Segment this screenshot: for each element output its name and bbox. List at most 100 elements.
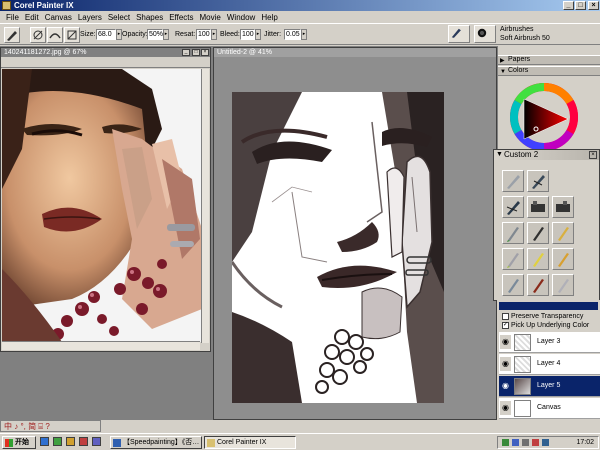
menu-file[interactable]: File	[3, 13, 22, 22]
opacity-spinner[interactable]: ▸	[163, 29, 169, 40]
maximize-button[interactable]: □	[575, 1, 586, 10]
visibility-eye-icon[interactable]: ◉	[500, 335, 511, 349]
visibility-eye-icon[interactable]: ◉	[500, 379, 511, 393]
close-button[interactable]: ×	[588, 1, 599, 10]
custom-brush-6-icon[interactable]	[502, 222, 524, 244]
reference-document-title-bar[interactable]: 140241181272.jpg @ 67% _ □ ×	[1, 48, 210, 57]
custom-brush-12-icon[interactable]	[502, 274, 524, 296]
app-title-bar: Corel Painter IX _ □ ×	[0, 0, 600, 11]
opacity-field[interactable]: 50%	[147, 29, 163, 40]
tray-security-icon[interactable]	[532, 439, 539, 446]
custom-brush-11-icon[interactable]	[552, 248, 574, 270]
menu-select[interactable]: Select	[105, 13, 133, 22]
custom-brush-13-icon[interactable]	[527, 274, 549, 296]
painter-task-icon	[207, 439, 215, 447]
quicklaunch-desktop-icon[interactable]	[53, 437, 62, 446]
opacity-label: Opacity:	[122, 31, 148, 38]
brush-tool-icon[interactable]	[4, 27, 20, 43]
bleed-field[interactable]: 100	[240, 29, 255, 40]
layer-thumbnail	[514, 400, 531, 417]
custom-brush-4-icon[interactable]	[527, 196, 549, 218]
brush-variant-icon[interactable]	[474, 25, 496, 43]
pick-up-underlying-color-checkbox[interactable]: ✓	[502, 322, 509, 329]
reference-maximize-icon[interactable]: □	[192, 49, 200, 56]
reference-minimize-icon[interactable]: _	[182, 49, 190, 56]
task-speedpainting[interactable]: 【Speedpainting】《否…	[110, 436, 202, 449]
reference-horizontal-scrollbar[interactable]	[2, 341, 200, 350]
menu-window[interactable]: Window	[224, 13, 258, 22]
start-button[interactable]: 开始	[2, 436, 36, 449]
menu-canvas[interactable]: Canvas	[42, 13, 75, 22]
brush-variant-name: Soft Airbrush 50	[500, 35, 550, 42]
app-title: Corel Painter IX	[14, 1, 74, 10]
resat-label: Resat:	[175, 31, 196, 38]
reference-close-icon[interactable]: ×	[201, 49, 209, 56]
menu-layers[interactable]: Layers	[75, 13, 105, 22]
layer-row-layer-4[interactable]: ◉ Layer 4	[499, 354, 600, 375]
custom-brush-8-icon[interactable]	[552, 222, 574, 244]
custom-brush-7-icon[interactable]	[527, 222, 549, 244]
custom-brush-5-icon[interactable]	[552, 196, 574, 218]
tray-volume-icon[interactable]	[522, 439, 529, 446]
size-field[interactable]: 68.0	[96, 29, 116, 40]
quicklaunch-folder-icon[interactable]	[66, 437, 75, 446]
tray-ime-icon[interactable]	[512, 439, 519, 446]
custom-brush-3-icon[interactable]	[502, 196, 524, 218]
custom-brush-10-icon[interactable]	[527, 248, 549, 270]
menu-movie[interactable]: Movie	[197, 13, 224, 22]
visibility-eye-icon[interactable]: ◉	[500, 357, 511, 371]
jitter-spinner[interactable]: ▸	[301, 29, 307, 40]
canvas-document-title-bar[interactable]: Untitled-2 @ 41%	[214, 48, 496, 57]
pick-up-underlying-color-label: Pick Up Underlying Color	[511, 322, 590, 329]
resat-spinner[interactable]: ▸	[211, 29, 217, 40]
minimize-button[interactable]: _	[563, 1, 574, 10]
menu-shapes[interactable]: Shapes	[133, 13, 166, 22]
painting-canvas[interactable]	[232, 92, 444, 403]
jitter-field[interactable]: 0.05	[284, 29, 301, 40]
bleed-spinner[interactable]: ▸	[255, 29, 261, 40]
custom-palette-title-bar[interactable]: ▼ Custom 2 ×	[494, 150, 599, 160]
custom-palette[interactable]: ▼ Custom 2 ×	[493, 149, 600, 301]
jitter-label: Jitter:	[264, 31, 282, 38]
browser-task-icon	[113, 439, 121, 447]
colors-panel-header[interactable]: ▼ Colors	[498, 66, 600, 76]
method-icon[interactable]	[64, 27, 80, 43]
canvas-document-window[interactable]: Untitled-2 @ 41%	[213, 47, 497, 420]
resat-field[interactable]: 100	[196, 29, 211, 40]
dab-type-icon[interactable]	[30, 27, 46, 43]
custom-brush-1-icon[interactable]	[502, 170, 524, 192]
papers-panel-title: Papers	[508, 56, 531, 63]
layers-panel-header[interactable]	[499, 302, 598, 310]
quicklaunch-ie-icon[interactable]	[40, 437, 49, 446]
pick-up-underlying-color-option[interactable]: ✓ Pick Up Underlying Color	[502, 321, 589, 330]
taskbar: 开始 【Speedpainting】《否… Corel Painter IX 1…	[0, 433, 600, 450]
task-label: 【Speedpainting】《否…	[123, 439, 200, 446]
quicklaunch-media-icon[interactable]	[79, 437, 88, 446]
layer-row-layer-3[interactable]: ◉ Layer 3	[499, 332, 600, 353]
windows-logo-icon	[5, 439, 13, 447]
papers-panel-header[interactable]: ▶ Papers	[498, 55, 600, 65]
ime-toolbar[interactable]: 中 ♪ °, 简 ⌸ ?	[0, 420, 101, 432]
tray-network-icon[interactable]	[502, 439, 509, 446]
custom-brush-9-icon[interactable]	[502, 248, 524, 270]
custom-palette-close-icon[interactable]: ×	[589, 151, 597, 159]
visibility-eye-icon[interactable]: ◉	[500, 401, 511, 415]
custom-brush-2-icon[interactable]	[527, 170, 549, 192]
quicklaunch-app-icon[interactable]	[92, 437, 101, 446]
layer-row-canvas[interactable]: ◉ Canvas	[499, 398, 600, 419]
brush-name-display[interactable]: Airbrushes Soft Airbrush 50	[497, 24, 600, 44]
preserve-transparency-option[interactable]: Preserve Transparency	[502, 312, 583, 321]
brush-category-icon[interactable]	[448, 25, 470, 43]
layer-row-layer-5[interactable]: ◉ Layer 5	[499, 376, 600, 397]
reference-document-window[interactable]: 140241181272.jpg @ 67% _ □ ×	[0, 47, 211, 352]
reference-vertical-scrollbar[interactable]	[201, 69, 209, 343]
custom-brush-14-icon[interactable]	[552, 274, 574, 296]
tray-app-icon[interactable]	[542, 439, 549, 446]
brush-selector[interactable]	[446, 24, 498, 44]
preserve-transparency-checkbox[interactable]	[502, 313, 509, 320]
task-corel-painter[interactable]: Corel Painter IX	[204, 436, 296, 449]
menu-edit[interactable]: Edit	[22, 13, 42, 22]
menu-help[interactable]: Help	[258, 13, 280, 22]
stroke-type-icon[interactable]	[47, 27, 63, 43]
menu-effects[interactable]: Effects	[166, 13, 196, 22]
